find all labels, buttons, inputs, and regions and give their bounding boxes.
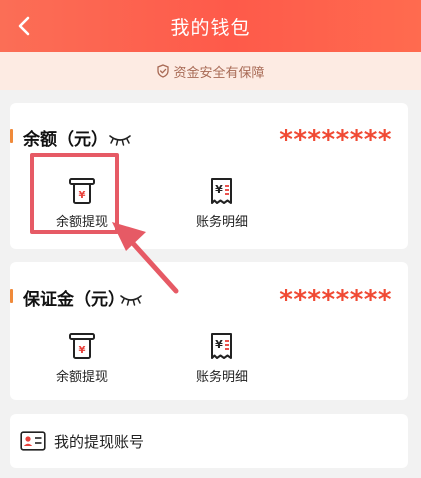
bill-detail-icon: ¥ xyxy=(207,331,237,361)
deposit-bill-detail-label: 账务明细 xyxy=(195,370,248,385)
withdraw-label: 余额提现 xyxy=(55,215,108,230)
back-button[interactable] xyxy=(12,13,36,39)
eye-closed-icon[interactable] xyxy=(120,294,142,306)
header-bar: 我的钱包 xyxy=(0,0,421,52)
deposit-card-header: 保证金（元） ******** xyxy=(10,262,408,315)
svg-text:¥: ¥ xyxy=(79,345,86,356)
svg-text:¥: ¥ xyxy=(79,190,86,201)
withdraw-button[interactable]: ¥ 余额提现 xyxy=(37,176,127,240)
balance-card-header: 余额（元） ******** xyxy=(10,103,408,155)
chevron-left-icon xyxy=(18,16,30,36)
safety-banner: 资金安全有保障 xyxy=(0,52,421,90)
svg-text:¥: ¥ xyxy=(215,338,223,351)
withdraw-icon: ¥ xyxy=(67,176,97,206)
balance-title: 余额（元） xyxy=(23,130,108,150)
bill-detail-icon: ¥ xyxy=(207,176,237,206)
id-card-icon xyxy=(20,431,46,451)
page-title: 我的钱包 xyxy=(170,16,251,39)
svg-text:¥: ¥ xyxy=(215,183,223,196)
accent-bar xyxy=(10,129,13,143)
deposit-bill-detail-button[interactable]: ¥ 账务明细 xyxy=(177,331,267,395)
balance-card: 余额（元） ******** ¥ 余额提现 ¥ 账务明细 xyxy=(10,103,408,249)
accent-bar xyxy=(10,289,13,303)
eye-closed-icon[interactable] xyxy=(109,134,131,146)
bill-detail-label: 账务明细 xyxy=(195,215,248,230)
balance-amount: ******** xyxy=(279,125,392,155)
deposit-withdraw-button[interactable]: ¥ 余额提现 xyxy=(37,331,127,395)
withdraw-account-row[interactable]: 我的提现账号 xyxy=(20,414,144,468)
deposit-card: 保证金（元） ******** ¥ 余额提现 ¥ 账务明细 xyxy=(10,262,408,400)
safety-text: 资金安全有保障 xyxy=(173,65,265,81)
withdraw-account-card: 我的提现账号 xyxy=(10,414,408,468)
withdraw-account-label: 我的提现账号 xyxy=(54,432,145,451)
withdraw-icon: ¥ xyxy=(67,331,97,361)
bill-detail-button[interactable]: ¥ 账务明细 xyxy=(177,176,267,240)
shield-check-icon xyxy=(156,64,170,78)
deposit-amount: ******** xyxy=(279,285,392,315)
deposit-withdraw-label: 余额提现 xyxy=(55,370,108,385)
deposit-title: 保证金（元） xyxy=(23,290,125,310)
